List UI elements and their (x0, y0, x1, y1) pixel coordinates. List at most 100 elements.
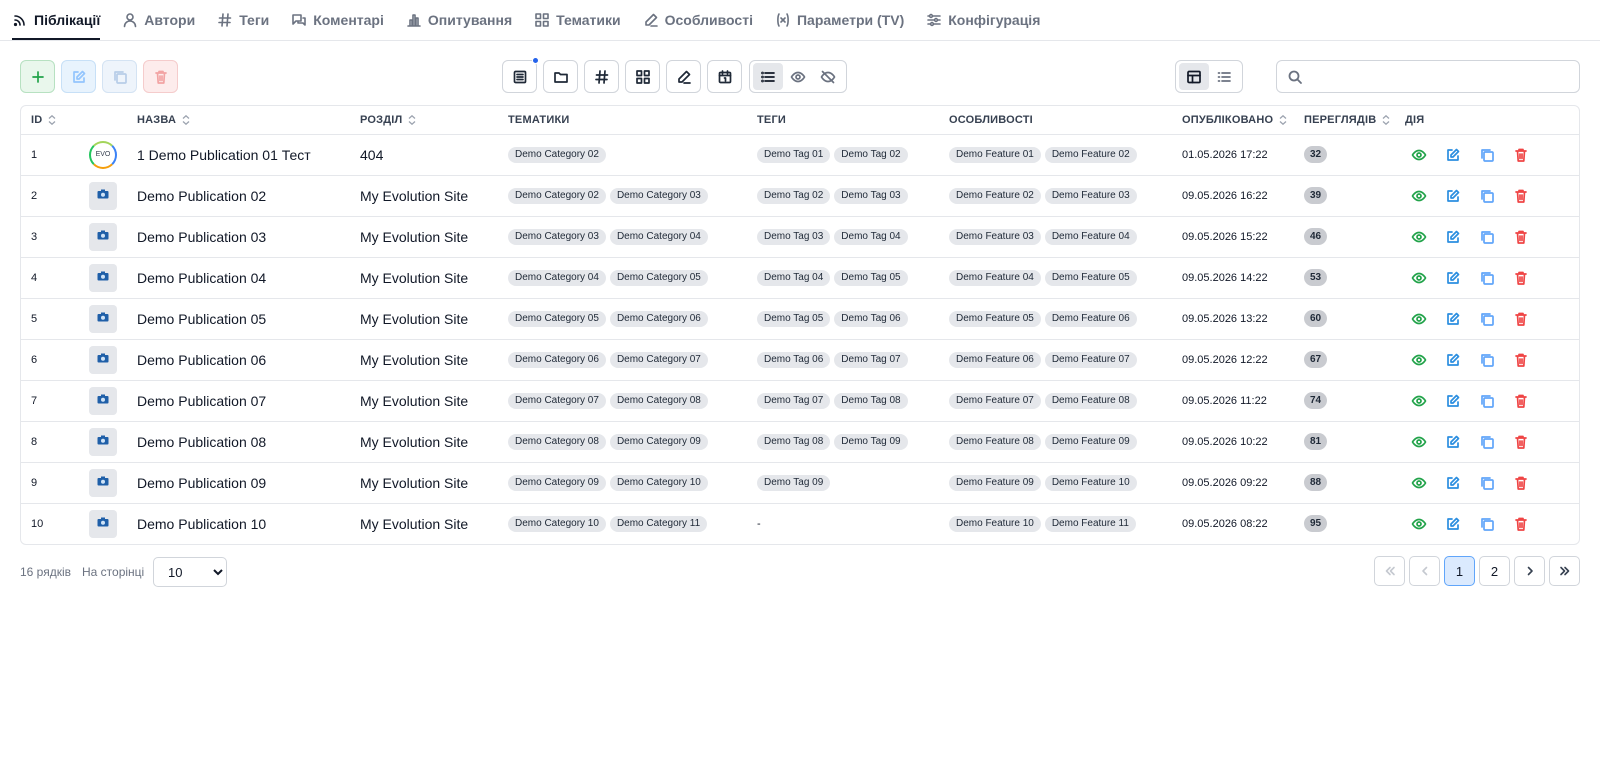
prev-page-button[interactable] (1409, 556, 1440, 586)
view-action-button[interactable] (1405, 264, 1433, 292)
edit-action-button[interactable] (1439, 387, 1467, 415)
tab-polls[interactable]: Опитування (406, 0, 512, 40)
edit-action-button[interactable] (1439, 305, 1467, 333)
categories-filter-button[interactable] (625, 60, 660, 93)
table-row[interactable]: 5 Demo Publication 05 My Evolution Site Dem… (21, 298, 1579, 339)
edit-action-button[interactable] (1439, 141, 1467, 169)
page-button-2[interactable]: 2 (1479, 556, 1510, 586)
show-all-toggle[interactable] (753, 63, 783, 90)
tab-features[interactable]: Особливості (643, 0, 753, 40)
view-action-button[interactable] (1405, 346, 1433, 374)
edit-action-button[interactable] (1439, 346, 1467, 374)
copy-button[interactable] (102, 60, 137, 93)
copy-action-button[interactable] (1473, 387, 1501, 415)
copy-action-button[interactable] (1473, 305, 1501, 333)
page-button-1[interactable]: 1 (1444, 556, 1475, 586)
add-button[interactable] (20, 60, 55, 93)
column-header-section[interactable]: РОЗДІЛ (350, 106, 498, 135)
delete-action-button[interactable] (1507, 264, 1535, 292)
copy-action-button[interactable] (1473, 223, 1501, 251)
cell-name[interactable]: Demo Publication 09 (127, 462, 350, 503)
first-page-button[interactable] (1374, 556, 1405, 586)
edit-action-button[interactable] (1439, 428, 1467, 456)
edit-action-button[interactable] (1439, 223, 1467, 251)
view-action-button[interactable] (1405, 428, 1433, 456)
delete-action-button[interactable] (1507, 223, 1535, 251)
delete-action-button[interactable] (1507, 141, 1535, 169)
show-unpublished-toggle[interactable] (813, 63, 843, 90)
table-row[interactable]: 2 Demo Publication 02 My Evolution Site Dem… (21, 175, 1579, 216)
copy-action-button[interactable] (1473, 264, 1501, 292)
tab-tags[interactable]: Теги (217, 0, 269, 40)
cell-name[interactable]: Demo Publication 04 (127, 257, 350, 298)
cell-name[interactable]: Demo Publication 05 (127, 298, 350, 339)
tab-categories[interactable]: Тематики (534, 0, 621, 40)
sections-filter-button[interactable] (543, 60, 578, 93)
edit-action-button[interactable] (1439, 510, 1467, 538)
features-filter-button[interactable] (666, 60, 701, 93)
column-header-views[interactable]: ПЕРЕГЛЯДІВ (1294, 106, 1395, 135)
table-row[interactable]: 3 Demo Publication 03 My Evolution Site Dem… (21, 216, 1579, 257)
column-header-published[interactable]: ОПУБЛІКОВАНО (1172, 106, 1294, 135)
copy-action-button[interactable] (1473, 141, 1501, 169)
tab-comments[interactable]: Коментарі (291, 0, 384, 40)
cell-name[interactable]: Demo Publication 03 (127, 216, 350, 257)
edit-action-button[interactable] (1439, 469, 1467, 497)
view-action-button[interactable] (1405, 305, 1433, 333)
delete-action-button[interactable] (1507, 469, 1535, 497)
tags-filter-button[interactable] (584, 60, 619, 93)
view-action-button[interactable] (1405, 223, 1433, 251)
tab-authors[interactable]: Автори (122, 0, 195, 40)
table-row[interactable]: 6 Demo Publication 06 My Evolution Site Dem… (21, 339, 1579, 380)
per-page-select[interactable]: 10 (153, 557, 227, 587)
copy-action-button[interactable] (1473, 182, 1501, 210)
edit-action-button[interactable] (1439, 182, 1467, 210)
delete-action-button[interactable] (1507, 346, 1535, 374)
delete-button[interactable] (143, 60, 178, 93)
last-page-button[interactable] (1549, 556, 1580, 586)
copy-action-button[interactable] (1473, 428, 1501, 456)
cell-name[interactable]: Demo Publication 06 (127, 339, 350, 380)
view-action-button[interactable] (1405, 387, 1433, 415)
delete-action-button[interactable] (1507, 182, 1535, 210)
publications-filter-button[interactable] (502, 57, 539, 93)
show-published-toggle[interactable] (783, 63, 813, 90)
view-action-button[interactable] (1405, 510, 1433, 538)
cell-name[interactable]: Demo Publication 02 (127, 175, 350, 216)
next-page-button[interactable] (1514, 556, 1545, 586)
tab-configuration[interactable]: Конфігурація (926, 0, 1040, 40)
cell-name[interactable]: Demo Publication 10 (127, 503, 350, 544)
view-action-button[interactable] (1405, 182, 1433, 210)
cell-views: 32 (1294, 134, 1395, 175)
cell-categories: Demo Category 06 Demo Category 07 (498, 339, 747, 380)
cell-name[interactable]: Demo Publication 08 (127, 421, 350, 462)
view-action-button[interactable] (1405, 141, 1433, 169)
table-row[interactable]: 7 Demo Publication 07 My Evolution Site Dem… (21, 380, 1579, 421)
search-field[interactable] (1276, 60, 1580, 93)
view-action-button[interactable] (1405, 469, 1433, 497)
table-row[interactable]: 4 Demo Publication 04 My Evolution Site Dem… (21, 257, 1579, 298)
edit-action-button[interactable] (1439, 264, 1467, 292)
copy-action-button[interactable] (1473, 510, 1501, 538)
cell-name[interactable]: 1 Demo Publication 01 Тест (127, 134, 350, 175)
table-row[interactable]: 9 Demo Publication 09 My Evolution Site Dem… (21, 462, 1579, 503)
delete-action-button[interactable] (1507, 387, 1535, 415)
table-row[interactable]: 8 Demo Publication 08 My Evolution Site Dem… (21, 421, 1579, 462)
column-header-name[interactable]: НАЗВА (127, 106, 350, 135)
tab-tv-params[interactable]: Параметри (TV) (775, 0, 904, 40)
table-row[interactable]: 1 EVO 1 Demo Publication 01 Тест 404 Demo Ca… (21, 134, 1579, 175)
tab-publications[interactable]: Піблікації (12, 0, 101, 40)
cell-name[interactable]: Demo Publication 07 (127, 380, 350, 421)
search-input[interactable] (1311, 61, 1579, 92)
list-view-toggle[interactable] (1209, 63, 1239, 90)
table-view-toggle[interactable] (1179, 63, 1209, 90)
delete-action-button[interactable] (1507, 428, 1535, 456)
copy-action-button[interactable] (1473, 346, 1501, 374)
date-filter-button[interactable] (707, 60, 742, 93)
column-header-id[interactable]: ID (21, 106, 79, 135)
delete-action-button[interactable] (1507, 510, 1535, 538)
edit-button[interactable] (61, 60, 96, 93)
table-row[interactable]: 10 Demo Publication 10 My Evolution Site De… (21, 503, 1579, 544)
copy-action-button[interactable] (1473, 469, 1501, 497)
delete-action-button[interactable] (1507, 305, 1535, 333)
